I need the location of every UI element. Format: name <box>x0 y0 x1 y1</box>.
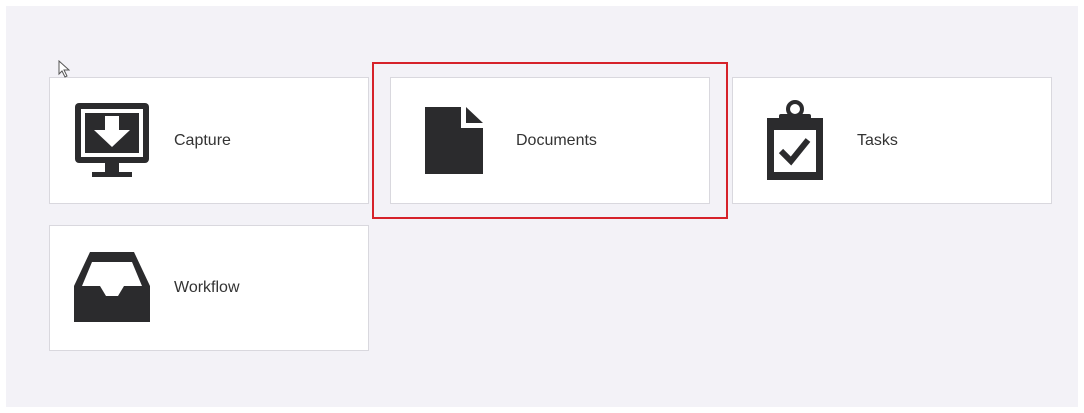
workflow-label: Workflow <box>174 279 240 296</box>
capture-label: Capture <box>174 131 231 149</box>
documents-tile[interactable]: Documents <box>390 77 710 204</box>
documents-label: Documents <box>516 131 597 149</box>
inbox-tray-icon <box>74 252 150 322</box>
clipboard-check-icon <box>767 100 823 180</box>
mouse-cursor-icon <box>58 60 70 78</box>
tasks-tile[interactable]: Tasks <box>732 77 1052 204</box>
monitor-download-icon <box>75 103 149 177</box>
tasks-label: Tasks <box>857 131 898 149</box>
workflow-tile[interactable]: Workflow <box>49 225 369 351</box>
capture-tile[interactable]: Capture <box>49 77 369 204</box>
document-icon <box>425 107 483 174</box>
